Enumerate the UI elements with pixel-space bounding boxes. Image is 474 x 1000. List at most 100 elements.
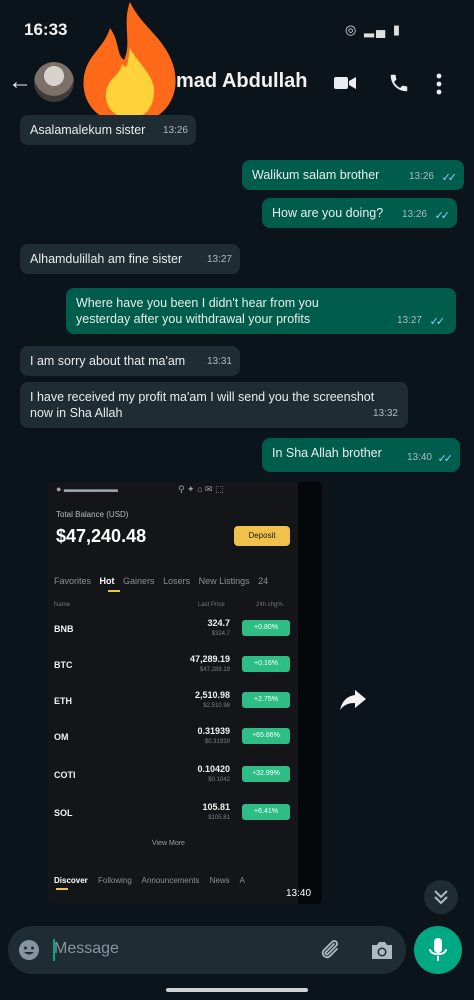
coin-price: 0.10420 <box>197 764 230 774</box>
coin-symbol: OM <box>54 732 69 742</box>
forward-icon[interactable] <box>338 684 368 714</box>
coin-symbol: BTC <box>54 660 73 670</box>
emoji-icon[interactable] <box>18 939 40 961</box>
scroll-to-bottom-button[interactable] <box>424 880 458 914</box>
message-time: 13:27 <box>206 254 232 265</box>
coin-usd-price: $2,510.98 <box>203 703 230 709</box>
wifi-icon: ◎ <box>345 22 359 37</box>
attach-icon[interactable] <box>318 938 342 962</box>
status-time: 16:33 <box>24 20 68 39</box>
home-indicator <box>166 988 308 992</box>
message-text: I have received my profit ma'am I will s… <box>30 390 375 420</box>
voice-call-icon[interactable] <box>388 72 410 94</box>
image-message[interactable]: ● ▬▬▬▬▬▬ ⚲ ✦ ⌂ ✉ ⬚ Total Balance (USD) $… <box>48 482 322 904</box>
message-text: Where have you been I didn't hear from y… <box>76 296 319 326</box>
coin-change-badge: +2.75% <box>242 692 290 708</box>
status-icons: ◎ ▂▄ ▮ <box>345 22 402 38</box>
coin-usd-price: $0.31939 <box>204 739 230 745</box>
message-bubble[interactable]: In Sha Allah brother 13:40 ✓✓ <box>262 438 460 472</box>
market-row: BTC 47,289.19 $47,289.19 +0.16% <box>48 652 298 688</box>
battery-icon: ▮ <box>392 22 402 37</box>
feed-tabs: Discover Following Announcements News A <box>54 876 253 885</box>
voice-message-button[interactable] <box>414 926 462 974</box>
market-tab: Gainers <box>123 576 155 586</box>
more-options-icon[interactable] <box>436 72 442 96</box>
coin-price: 105.81 <box>202 802 230 812</box>
message-bubble[interactable]: I have received my profit ma'am I will s… <box>20 382 408 428</box>
coin-symbol: BNB <box>54 624 74 634</box>
market-tab-active: Hot <box>99 576 115 586</box>
coin-symbol: ETH <box>54 696 72 706</box>
market-tab: 24 <box>258 576 269 586</box>
message-bubble[interactable]: I am sorry about that ma'am 13:31 <box>20 346 240 376</box>
market-tab: Losers <box>163 576 191 586</box>
coin-change-badge: +65.86% <box>242 728 290 744</box>
coin-price: 47,289.19 <box>189 654 230 664</box>
fire-emoji-overlay <box>83 2 176 124</box>
market-tab: New Listings <box>198 576 250 586</box>
read-receipt-icon: ✓✓ <box>434 210 451 222</box>
coin-price: 324.7 <box>207 618 230 628</box>
camera-icon[interactable] <box>370 939 394 961</box>
message-time: 13:40 <box>406 452 432 463</box>
market-tab: Favorites <box>54 576 92 586</box>
message-bubble[interactable]: How are you doing? 13:26 ✓✓ <box>262 198 457 228</box>
message-bubble[interactable]: Alhamdulillah am fine sister 13:27 <box>20 244 240 274</box>
message-bubble[interactable]: Where have you been I didn't hear from y… <box>66 288 456 334</box>
column-header-price: Last Price <box>198 602 225 608</box>
microphone-icon <box>429 938 447 961</box>
feed-tab-underline <box>56 888 68 890</box>
chat-header: ← mad Abdullah <box>0 2 474 124</box>
message-text: I am sorry about that ma'am <box>30 354 186 368</box>
coin-change-badge: +0.16% <box>242 656 290 672</box>
message-time: 13:27 <box>396 315 422 326</box>
coin-price: 2,510.98 <box>194 690 230 700</box>
contact-name[interactable]: mad Abdullah <box>176 70 307 93</box>
coin-change-badge: +0.80% <box>242 620 290 636</box>
message-input[interactable]: Message <box>54 940 119 958</box>
column-header-change: 24h chg% <box>256 602 283 608</box>
message-text: Alhamdulillah am fine sister <box>30 252 183 266</box>
coin-change-badge: +6.41% <box>242 804 290 820</box>
feed-tab: News <box>209 876 230 885</box>
market-row: SOL 105.81 $105.81 +6.41% <box>48 800 298 836</box>
exchange-screenshot: ● ▬▬▬▬▬▬ ⚲ ✦ ⌂ ✉ ⬚ Total Balance (USD) $… <box>48 482 298 904</box>
message-bubble[interactable]: Asalamalekum sister 13:26 <box>20 115 196 145</box>
message-text: In Sha Allah brother <box>272 446 382 460</box>
read-receipt-icon: ✓✓ <box>429 316 446 328</box>
active-tab-underline <box>108 590 120 592</box>
message-time: 13:26 <box>401 209 427 220</box>
coin-usd-price: $105.81 <box>208 815 230 821</box>
message-text: Asalamalekum sister <box>30 123 146 137</box>
video-call-icon[interactable] <box>334 74 356 92</box>
coin-change-badge: +32.99% <box>242 766 290 782</box>
column-header-name: Name <box>54 602 71 608</box>
feed-tab: A <box>239 876 245 885</box>
coin-symbol: SOL <box>54 808 73 818</box>
market-row: COTI 0.10420 $0.1042 +32.99% <box>48 762 298 798</box>
message-time: 13:32 <box>372 408 398 419</box>
feed-tab: Following <box>98 876 132 885</box>
image-message-time: 13:40 <box>286 888 312 899</box>
contact-avatar[interactable] <box>34 62 74 102</box>
market-tabs: Favorites Hot Gainers Losers New Listing… <box>54 576 274 586</box>
message-text: Walikum salam brother <box>252 168 380 182</box>
coin-usd-price: $0.1042 <box>208 777 230 783</box>
read-receipt-icon: ✓✓ <box>441 172 458 184</box>
coin-usd-price: $324.7 <box>211 631 230 637</box>
balance-value: $47,240.48 <box>56 526 147 546</box>
feed-tab-active: Discover <box>54 876 88 885</box>
double-chevron-down-icon <box>434 890 448 905</box>
market-row: ETH 2,510.98 $2,510.98 +2.75% <box>48 688 298 724</box>
message-time: 13:26 <box>408 171 434 182</box>
message-time: 13:31 <box>206 356 232 367</box>
balance-label: Total Balance (USD) <box>56 510 129 519</box>
coin-usd-price: $47,289.19 <box>199 667 230 673</box>
coin-price: 0.31939 <box>197 726 230 736</box>
coin-symbol: COTI <box>54 770 76 780</box>
view-more-link: View More <box>152 840 185 847</box>
back-arrow-icon[interactable]: ← <box>8 68 32 96</box>
market-row: BNB 324.7 $324.7 +0.80% <box>48 616 298 652</box>
message-bubble[interactable]: Walikum salam brother 13:26 ✓✓ <box>242 160 464 190</box>
read-receipt-icon: ✓✓ <box>437 453 454 465</box>
